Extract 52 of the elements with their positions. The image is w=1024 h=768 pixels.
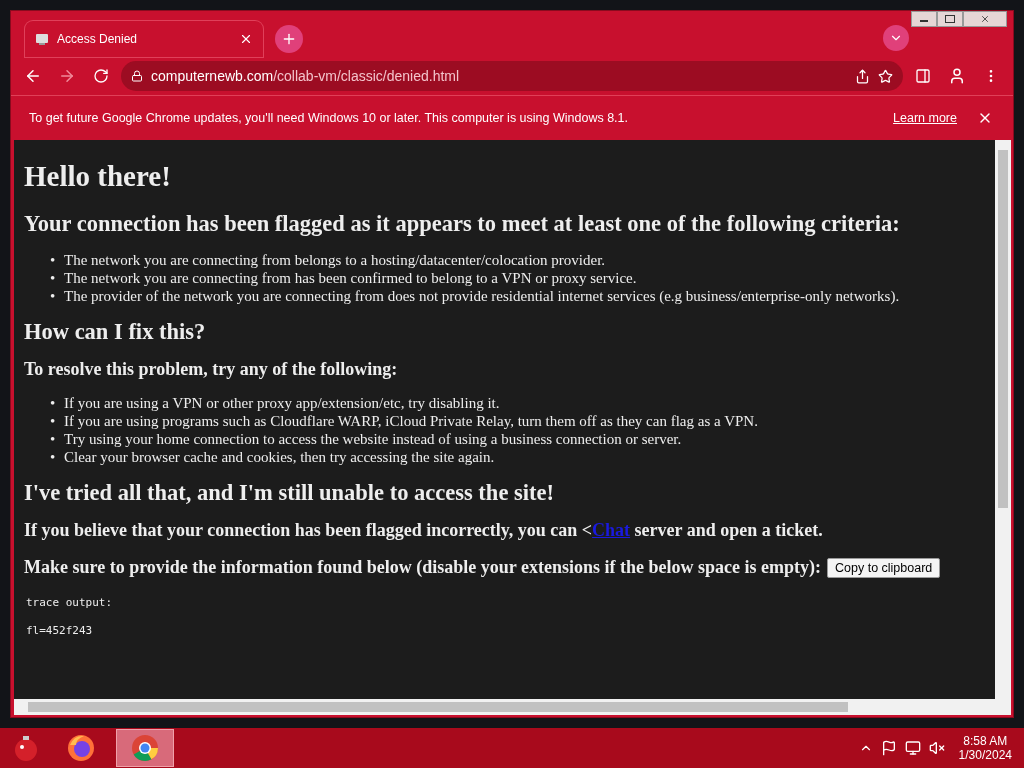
trace-line: trace output: <box>26 596 114 610</box>
infobar-message: To get future Google Chrome updates, you'll need Windows 10 or later. This computer is using Windows 8.1. <box>29 111 629 125</box>
fix-item: Try using your home connection to access the website instead of using a business connection or server. <box>64 430 682 448</box>
clock[interactable]: 8:58 AM 1/30/2024 <box>958 734 1012 762</box>
side-panel-icon <box>915 68 931 84</box>
bullet: • <box>50 394 56 412</box>
trace-line: fl=452f243 <box>26 624 94 638</box>
criteria-item: The provider of the network you are connecting from does not provide residential internet services (e.g business/enterprise-only networks). <box>64 287 900 305</box>
taskbar-app[interactable] <box>116 729 174 767</box>
section-heading: Your connection has been flagged as it appears to meet at least one of the following criteria: <box>24 211 901 237</box>
bullet: • <box>50 430 56 448</box>
forward-arrow-icon <box>58 67 76 85</box>
bullet: • <box>50 269 56 287</box>
criteria-item: The network you are connecting from has been confirmed to belong to a VPN or proxy service. <box>64 269 637 287</box>
lock-icon <box>131 70 143 82</box>
page-title: Hello there! <box>24 160 172 193</box>
bookmark-star-icon[interactable] <box>878 68 893 84</box>
maximize-icon <box>945 15 955 23</box>
muted-speaker-icon[interactable] <box>928 740 945 756</box>
close-icon[interactable] <box>239 32 253 46</box>
firefox-icon <box>66 733 96 763</box>
bullet: • <box>50 287 56 305</box>
plus-icon <box>281 31 297 47</box>
fix-item: Clear your browser cache and cookies, then try accessing the site again. <box>64 448 495 466</box>
share-icon[interactable] <box>855 68 870 84</box>
bullet: • <box>50 412 56 430</box>
person-icon <box>948 67 966 85</box>
minimize-button[interactable] <box>911 11 937 27</box>
ticket-paragraph: If you believe that your connection has been flagged incorrectly, you can <Chat server and open a ticket. <box>24 520 824 541</box>
ornament-icon <box>12 734 40 762</box>
address-bar[interactable]: computernewb.com/collab-vm/classic/denied.html <box>121 61 903 91</box>
criteria-item: The network you are connecting from belongs to a hosting/datacenter/colocation provider. <box>64 251 606 269</box>
fix-item: If you are using a VPN or other proxy app/extension/etc, try disabling it. <box>64 394 500 412</box>
subheading: To resolve this problem, try any of the following: <box>24 359 399 380</box>
tab-title: Access Denied <box>57 32 139 46</box>
new-tab-button[interactable] <box>275 25 303 53</box>
section-heading: How can I fix this? <box>24 319 207 345</box>
bullet: • <box>50 448 56 466</box>
fix-item: If you are using programs such as Cloudflare WARP, iCloud Private Relay, turn them off as they can flag as a VPN. <box>64 412 758 430</box>
maximize-button[interactable] <box>937 11 963 27</box>
url-text: computernewb.com/collab-vm/classic/denied.html <box>151 68 461 84</box>
reload-icon <box>93 68 109 84</box>
learn-more-link[interactable]: Learn more <box>893 111 957 125</box>
bullet: • <box>50 251 56 269</box>
provide-info-text: Make sure to provide the information found below (disable your extensions if the below space is empty): <box>24 557 821 578</box>
section-heading: I've tried all that, and I'm still unable to access the site! <box>24 480 555 506</box>
chrome-icon <box>130 733 160 763</box>
page-icon <box>35 32 49 46</box>
network-icon[interactable] <box>904 740 921 756</box>
close-icon <box>980 14 990 24</box>
copy-button[interactable]: Copy to clipboard <box>827 557 941 578</box>
flag-icon[interactable] <box>880 740 897 756</box>
